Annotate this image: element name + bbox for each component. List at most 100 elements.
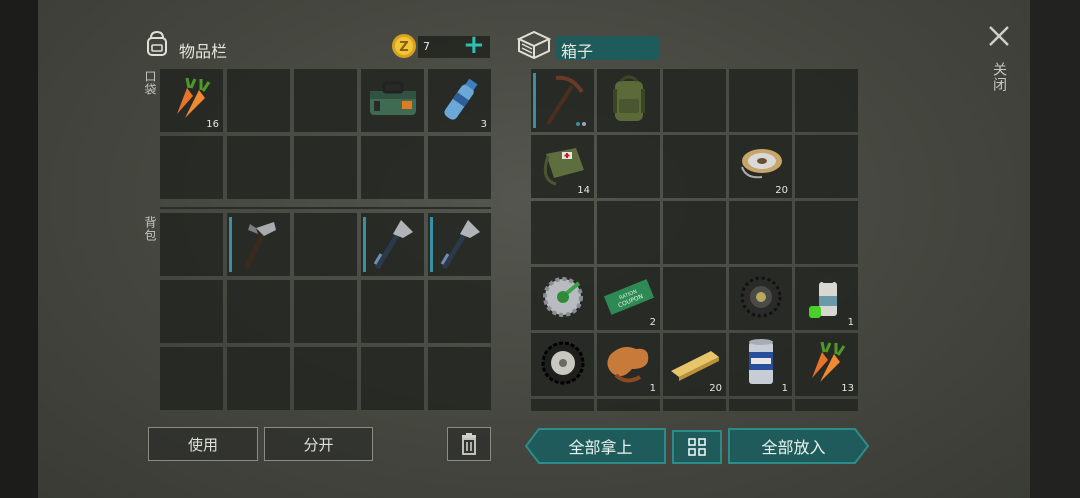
screen-edge — [1030, 0, 1080, 498]
box-slot[interactable] — [597, 69, 660, 132]
box-slot[interactable]: 1 — [795, 267, 858, 330]
box-slot[interactable] — [663, 399, 726, 411]
backpack-slot[interactable] — [294, 213, 357, 276]
box-slot[interactable]: RATION COUPON 2 — [597, 267, 660, 330]
box-slot[interactable] — [795, 399, 858, 411]
item-count: 1 — [847, 317, 854, 328]
sort-button[interactable] — [672, 430, 722, 464]
box-slot[interactable] — [597, 399, 660, 411]
backpack-slot[interactable] — [428, 347, 491, 410]
box-slot[interactable]: 13 — [795, 333, 858, 396]
trash-button[interactable] — [447, 427, 491, 461]
durability-bar — [229, 217, 232, 272]
box-slot[interactable] — [795, 69, 858, 132]
pocket-slot[interactable] — [294, 69, 357, 132]
box-slot[interactable] — [531, 399, 594, 411]
backpack-slot[interactable] — [361, 347, 424, 410]
box-slot[interactable]: 14 — [531, 135, 594, 198]
section-divider — [160, 207, 491, 209]
box-slot[interactable] — [597, 201, 660, 264]
hatchet-icon — [434, 214, 486, 276]
pocket-slot[interactable] — [428, 136, 491, 199]
box-slot[interactable] — [729, 399, 792, 411]
wheel-icon — [537, 338, 589, 392]
item-count: 14 — [577, 185, 590, 196]
pocket-slot[interactable] — [227, 136, 290, 199]
backpack-label: 背包 — [143, 216, 157, 242]
backpack-slot[interactable] — [294, 280, 357, 343]
wire-spool-icon — [736, 143, 786, 191]
backpack-icon — [607, 71, 651, 131]
box-slot[interactable] — [729, 69, 792, 132]
grid-sort-icon — [688, 438, 706, 456]
close-icon[interactable] — [987, 24, 1011, 48]
add-coins-button[interactable]: + — [463, 30, 485, 60]
box-slot[interactable] — [795, 201, 858, 264]
box-slot[interactable] — [531, 69, 594, 132]
plank-icon — [667, 343, 723, 387]
backpack-slot[interactable] — [160, 213, 223, 276]
box-slot[interactable] — [597, 135, 660, 198]
take-all-label: 全部拿上 — [568, 438, 633, 457]
medkit-icon — [366, 77, 420, 125]
hatchet-icon — [367, 214, 419, 276]
box-slot[interactable] — [729, 267, 792, 330]
box-slot[interactable] — [795, 135, 858, 198]
box-slot[interactable] — [663, 135, 726, 198]
item-count: 1 — [781, 383, 788, 394]
leather-icon — [602, 339, 656, 391]
pocket-slot[interactable]: 3 — [428, 69, 491, 132]
box-slot[interactable] — [531, 201, 594, 264]
item-count: 16 — [206, 119, 219, 130]
inventory-title: 物品栏 — [179, 42, 228, 61]
coin-icon: Z — [391, 33, 417, 59]
use-button[interactable]: 使用 — [148, 427, 258, 461]
backpack-slot[interactable] — [227, 347, 290, 410]
pickaxe-icon — [536, 70, 590, 132]
box-slot[interactable] — [663, 201, 726, 264]
split-button[interactable]: 分开 — [264, 427, 373, 461]
box-slot[interactable] — [729, 201, 792, 264]
backpack-slot[interactable] — [361, 280, 424, 343]
spray-can-icon — [807, 270, 847, 328]
backpack-slot[interactable] — [227, 213, 290, 276]
backpack-slot[interactable] — [294, 347, 357, 410]
coin-count: 7 — [423, 40, 430, 53]
backpack-slot[interactable] — [361, 213, 424, 276]
pocket-slot[interactable]: 16 — [160, 69, 223, 132]
put-all-label: 全部放入 — [761, 438, 826, 457]
item-count: 2 — [649, 317, 656, 328]
item-count: 1 — [649, 383, 656, 394]
item-count: 20 — [775, 185, 788, 196]
pocket-slot[interactable] — [361, 69, 424, 132]
pocket-slot[interactable] — [294, 136, 357, 199]
box-slot[interactable]: 20 — [663, 333, 726, 396]
item-count: 13 — [841, 383, 854, 394]
box-slot[interactable] — [531, 333, 594, 396]
box-slot[interactable]: 1 — [729, 333, 792, 396]
backpack-slot[interactable] — [160, 280, 223, 343]
close-label[interactable]: 关闭 — [989, 62, 1009, 92]
box-slot[interactable] — [531, 267, 594, 330]
pocket-slot[interactable] — [160, 136, 223, 199]
svg-text:Z: Z — [399, 40, 408, 55]
water-bottle-icon — [438, 71, 482, 131]
take-all-button[interactable]: 全部拿上 — [525, 428, 666, 464]
box-slot[interactable] — [663, 267, 726, 330]
tire-icon — [737, 273, 785, 325]
item-count: 20 — [709, 383, 722, 394]
beer-can-icon — [743, 336, 779, 394]
put-all-button[interactable]: 全部放入 — [728, 428, 869, 464]
box-slot[interactable]: 20 — [729, 135, 792, 198]
pocket-slot[interactable] — [227, 69, 290, 132]
box-slot[interactable]: 1 — [597, 333, 660, 396]
pocket-label: 口袋 — [143, 70, 157, 96]
backpack-slot[interactable] — [428, 280, 491, 343]
pocket-slot[interactable] — [361, 136, 424, 199]
backpack-slot[interactable] — [428, 213, 491, 276]
backpack-slot[interactable] — [160, 347, 223, 410]
backpack-slot[interactable] — [227, 280, 290, 343]
box-slot[interactable] — [663, 69, 726, 132]
item-count: 3 — [480, 119, 487, 130]
box-title: 箱子 — [561, 42, 594, 61]
